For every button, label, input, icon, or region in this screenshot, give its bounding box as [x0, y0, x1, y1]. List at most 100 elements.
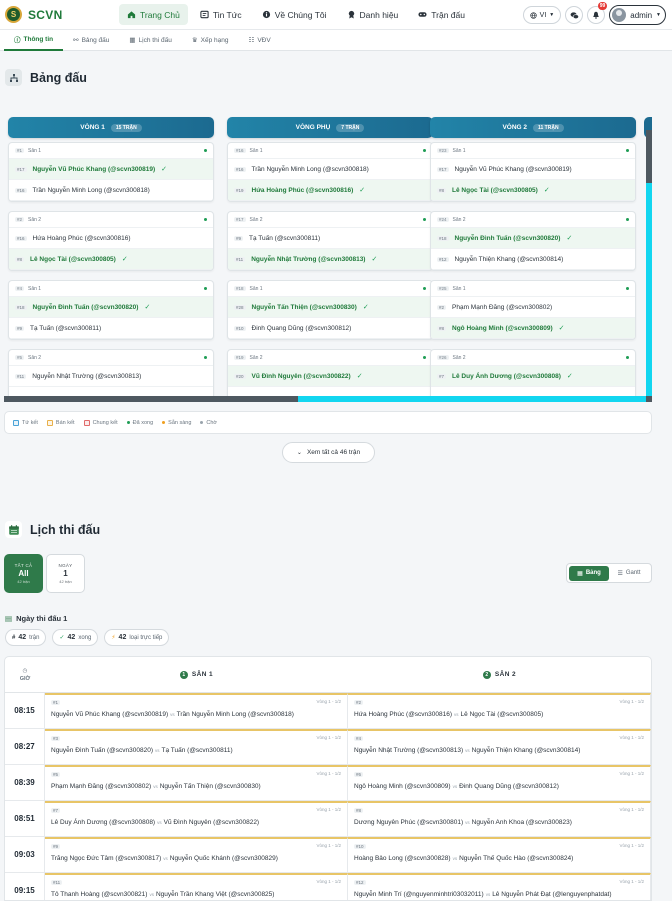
nav-matches[interactable]: Trận đấu — [410, 4, 473, 25]
schedule-match-cell[interactable]: #8 Vòng 1 - 1/2 Dương Nguyên Phúc (@scvn30… — [348, 801, 651, 836]
player-seed: #11 — [234, 256, 246, 262]
nav-news[interactable]: Tin Tức — [192, 4, 250, 25]
schedule-match-cell[interactable]: #1 Vòng 1 - 1/2 Nguyễn Vũ Phúc Khang (@scv… — [45, 693, 348, 728]
bracket-match-card[interactable]: #24 Sân 2 #18 Nguyễn Đình Tuấn (@scvn300820… — [430, 211, 636, 271]
view-all-matches-button[interactable]: ⌄ Xem tất cả 46 trận — [282, 442, 375, 463]
schedule-match-cell[interactable]: #2 Vòng 1 - 1/2 Hứa Hoàng Phúc (@scvn30081… — [348, 693, 651, 728]
bracket-match-card[interactable]: #5 Sân 2 #11 Nguyễn Nhật Trường (@scvn30081… — [8, 349, 214, 402]
bracket-player-row[interactable]: #11 Nguyễn Nhật Trường (@scvn300813) — [9, 366, 213, 387]
language-value: VI — [539, 11, 547, 19]
tab-athletes[interactable]: ☷ VĐV — [238, 30, 280, 51]
brand-logo[interactable]: S SCVN — [5, 6, 63, 23]
schedule-match-cell[interactable]: #11 Vòng 1 - 1/2 Tô Thanh Hoàng (@scvn3008… — [45, 873, 348, 900]
player-seed: #17 — [15, 166, 27, 172]
bracket-player-row[interactable]: #9 Tạ Tuấn (@scvn300811) — [9, 318, 213, 339]
bracket-board[interactable]: VÒNG 1 15 TRẬN #1 Sân 1 #17 Nguyễn Vũ Phúc Kh… — [4, 111, 652, 402]
match-court: Sân 2 — [249, 354, 263, 361]
player-seed: #18 — [15, 304, 27, 310]
vertical-scrollbar-thumb[interactable] — [646, 183, 652, 396]
bracket-match-card[interactable]: #18 Sân 1 #28 Nguyễn Tấn Thiện (@scvn300830… — [227, 280, 433, 340]
match-id: #4 — [15, 286, 25, 291]
schedule-match-cell[interactable]: #10 Vòng 1 - 1/2 Hoàng Bảo Long (@scvn3008… — [348, 837, 651, 872]
match-round: Vòng 1 - 1/2 — [316, 879, 341, 884]
player-name: Hứa Hoàng Phúc (@scvn300816) — [32, 234, 131, 242]
bracket-player-row[interactable]: #16 Hứa Hoàng Phúc (@scvn300816) — [9, 228, 213, 249]
schedule-match-cell[interactable]: #4 Vòng 1 - 1/2 Nguyễn Nhật Trường (@scvn3… — [348, 729, 651, 764]
nav-label: Trận đấu — [431, 9, 465, 20]
bracket-player-row[interactable]: #16 Trần Nguyễn Minh Long (@scvn300818) — [9, 180, 213, 201]
match-round: Vòng 1 - 1/2 — [619, 843, 644, 848]
match-id: #10 — [354, 844, 366, 849]
bracket-match-card[interactable]: #2 Sân 2 #16 Hứa Hoàng Phúc (@scvn300816) #8… — [8, 211, 214, 271]
bracket-player-row[interactable]: #8 Lê Ngọc Tài (@scvn300805) ✓ — [9, 249, 213, 270]
player-seed: #28 — [234, 304, 246, 310]
tab-info[interactable]: ⓘ Thông tin — [4, 30, 64, 51]
stat-value: 42 — [118, 634, 127, 641]
nav-awards[interactable]: Danh hiệu — [339, 4, 407, 25]
tab-ranking[interactable]: ♛ Xếp hạng — [182, 30, 239, 51]
schedule-match-cell[interactable]: #5 Vòng 1 - 1/2 Phạm Mạnh Đăng (@scvn30080… — [45, 765, 348, 800]
tab-bracket[interactable]: ⚯ Bảng đấu — [63, 30, 119, 51]
bracket-player-row[interactable]: #10 Đinh Quang Dũng (@scvn300812) — [228, 318, 432, 339]
bracket-match-card[interactable]: #4 Sân 1 #18 Nguyễn Đình Tuấn (@scvn300820)… — [8, 280, 214, 340]
bracket-player-row[interactable]: #11 Nguyễn Nhật Trường (@scvn300813) ✓ — [228, 249, 432, 270]
schedule-match-cell[interactable]: #12 Vòng 1 - 1/2 Nguyễn Minh Trí (@nguyenm… — [348, 873, 651, 900]
nav-home[interactable]: Trang Chủ — [119, 4, 188, 25]
match-id: #12 — [354, 880, 366, 885]
player-name: Nguyễn Nhật Trường (@scvn300813) — [251, 255, 366, 263]
player-name: Lê Ngọc Tài (@scvn300805) — [30, 255, 116, 263]
match-header: #25 Sân 1 — [431, 281, 635, 297]
player-name: Trần Nguyễn Minh Long (@scvn300818) — [32, 186, 150, 194]
schedule-match-cell[interactable]: #9 Vòng 1 - 1/2 Trăng Ngọc Đức Tâm (@scvn3… — [45, 837, 348, 872]
day-filter-top: TẤT CẢ — [14, 563, 33, 568]
bracket-player-row[interactable]: #2 Phạm Mạnh Đăng (@scvn300802) — [431, 297, 635, 318]
stat-value: 42 — [67, 634, 76, 641]
bracket-match-card[interactable]: #26 Sân 2 #7 Lê Duy Ánh Dương (@scvn300808)… — [430, 349, 636, 402]
status-dot — [423, 287, 426, 290]
legend-status-dot — [200, 421, 204, 424]
tab-schedule[interactable]: ▦ Lịch thi đấu — [119, 30, 181, 51]
bracket-player-row[interactable]: #9 Tạ Tuấn (@scvn300811) — [228, 228, 432, 249]
bracket-match-card[interactable]: #17 Sân 2 #9 Tạ Tuấn (@scvn300811) #11 Nguyễn… — [227, 211, 433, 271]
bracket-player-row[interactable]: #19 Hứa Hoàng Phúc (@scvn300816) ✓ — [228, 180, 432, 201]
schedule-match-cell[interactable]: #3 Vòng 1 - 1/2 Nguyễn Đình Tuấn (@scvn300… — [45, 729, 348, 764]
bracket-player-row[interactable]: #17 Nguyễn Vũ Phúc Khang (@scvn300819) — [431, 159, 635, 180]
bracket-match-card[interactable]: #25 Sân 1 #2 Phạm Mạnh Đăng (@scvn300802) #8… — [430, 280, 636, 340]
schedule-match-cell[interactable]: #6 Vòng 1 - 1/2 Ngô Hoàng Minh (@scvn30080… — [348, 765, 651, 800]
view-table-button[interactable]: ▦ Bảng — [569, 565, 609, 581]
bracket-player-row[interactable]: #17 Nguyễn Vũ Phúc Khang (@scvn300819) ✓ — [9, 159, 213, 180]
player-name: Nguyễn Nhật Trường (@scvn300813) — [32, 372, 142, 380]
nav-label: Về Chúng Tôi — [274, 9, 327, 20]
nav-about[interactable]: Về Chúng Tôi — [254, 4, 335, 25]
bracket-match-card[interactable]: #16 Sân 1 #16 Trần Nguyễn Minh Long (@scvn3… — [227, 142, 433, 202]
match-header: #17 Sân 2 — [228, 212, 432, 228]
bracket-player-row[interactable]: #12 Nguyễn Thiện Khang (@scvn300814) — [431, 249, 635, 270]
day-filter-top: NGÀY — [58, 563, 73, 568]
bracket-player-row[interactable]: #8 Ngô Hoàng Minh (@scvn300809) ✓ — [431, 318, 635, 339]
view-gantt-button[interactable]: ☰ Gantt — [609, 566, 649, 581]
chat-button[interactable] — [565, 6, 584, 24]
day-filter-all[interactable]: TẤT CẢ All 42 trận — [4, 554, 43, 593]
notification-button[interactable]: 99 — [587, 2, 608, 24]
match-court: Sân 2 — [28, 354, 42, 361]
chat-icon — [570, 11, 579, 19]
day-filter-1[interactable]: NGÀY 1 42 trận — [46, 554, 85, 593]
bracket-player-row[interactable]: #18 Nguyễn Đình Tuấn (@scvn300820) ✓ — [9, 297, 213, 318]
status-dot — [626, 218, 629, 221]
bracket-player-row[interactable]: #7 Lê Duy Ánh Dương (@scvn300808) ✓ — [431, 366, 635, 387]
bracket-player-row[interactable]: #16 Trần Nguyễn Minh Long (@scvn300818) — [228, 159, 432, 180]
bracket-match-card[interactable]: #19 Sân 2 #20 Vũ Đình Nguyên (@scvn300822) ✓ — [227, 349, 433, 402]
stat-chip: #42 trận — [5, 629, 47, 646]
bracket-player-row[interactable]: #18 Nguyễn Đình Tuấn (@scvn300820) ✓ — [431, 228, 635, 249]
bracket-player-row[interactable]: #8 Lê Ngọc Tài (@scvn300805) ✓ — [431, 180, 635, 201]
match-court: Sân 2 — [28, 216, 42, 223]
bracket-player-row[interactable]: #28 Nguyễn Tấn Thiện (@scvn300830) ✓ — [228, 297, 432, 318]
horizontal-scrollbar-thumb[interactable] — [298, 396, 646, 402]
player-seed: #2 — [437, 304, 447, 310]
language-selector[interactable]: VI ▼ — [522, 6, 562, 24]
user-menu[interactable]: admin ▼ — [609, 5, 666, 25]
bracket-player-row[interactable]: #20 Vũ Đình Nguyên (@scvn300822) ✓ — [228, 366, 432, 387]
bracket-match-card[interactable]: #23 Sân 1 #17 Nguyễn Vũ Phúc Khang (@scvn30… — [430, 142, 636, 202]
bracket-match-card[interactable]: #1 Sân 1 #17 Nguyễn Vũ Phúc Khang (@scvn300… — [8, 142, 214, 202]
schedule-match-cell[interactable]: #7 Vòng 1 - 1/2 Lê Duy Ánh Dương (@scvn300… — [45, 801, 348, 836]
